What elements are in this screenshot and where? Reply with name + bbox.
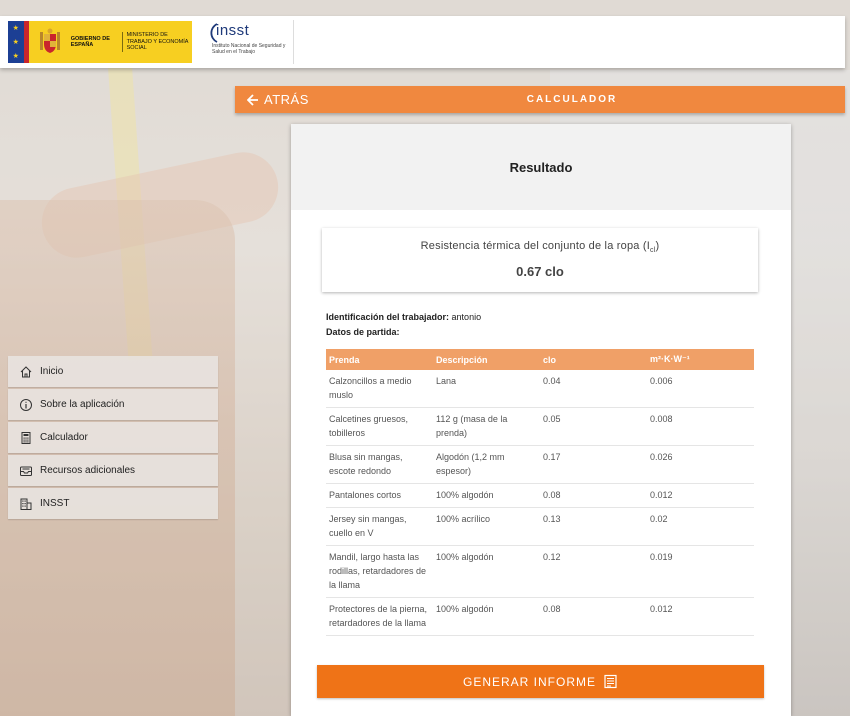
cell-clo: 0.13 — [540, 507, 647, 546]
nav-item-insst[interactable]: INSST — [8, 488, 218, 519]
cell-descripcion: 100% algodón — [433, 545, 540, 598]
side-navigation: Inicio Sobre la aplicación Calculador Re… — [8, 356, 218, 521]
cell-descripcion: Lana — [433, 370, 540, 408]
page-title: CALCULADOR — [526, 94, 618, 105]
ministerio-text: MINISTERIO DE TRABAJO Y ECONOMÍA SOCIAL — [121, 32, 192, 52]
cell-resistance: 0.006 — [647, 370, 754, 408]
column-header-descripcion: Descripción — [433, 349, 540, 370]
title-bar: ATRÁS CALCULADOR — [235, 86, 845, 113]
cell-resistance: 0.02 — [647, 507, 754, 546]
inbox-icon — [19, 464, 33, 478]
nav-item-label: Recursos adicionales — [40, 465, 136, 476]
generate-report-label: GENERAR INFORME — [462, 674, 596, 689]
cell-resistance: 0.012 — [647, 597, 754, 636]
cell-resistance: 0.012 — [647, 483, 754, 508]
document-icon — [604, 674, 617, 689]
site-header: ★ ★ ★ GOBIERNO DE ESPAÑA MINISTERIO DE TRA… — [0, 16, 845, 68]
cell-prenda: Protectores de la pierna, retardadores d… — [326, 597, 433, 636]
gobierno-logo[interactable]: ★ ★ ★ GOBIERNO DE ESPAÑA MINISTERIO DE TRA… — [8, 21, 192, 63]
data-label: Datos de partida: — [326, 327, 400, 337]
cell-clo: 0.08 — [540, 483, 647, 508]
cell-descripcion: 100% algodón — [433, 483, 540, 508]
nav-item-calculador[interactable]: Calculador — [8, 422, 218, 453]
column-header-units: m²·K·W⁻¹ — [647, 349, 754, 370]
worker-info: Identificación del trabajador: antonio D… — [326, 310, 481, 340]
cell-prenda: Mandil, largo hasta las rodillas, retard… — [326, 545, 433, 598]
clothing-table: Prenda Descripción clo m²·K·W⁻¹ Calzonci… — [326, 349, 754, 636]
table-row: Blusa sin mangas, escote redondo Algodón… — [326, 445, 754, 484]
cell-resistance: 0.008 — [647, 407, 754, 446]
cell-prenda: Jersey sin mangas, cuello en V — [326, 507, 433, 546]
result-card: Resultado Resistencia térmica del conjun… — [291, 124, 791, 716]
table-row: Pantalones cortos 100% algodón 0.08 0.01… — [326, 483, 754, 508]
eu-stars-strip: ★ ★ ★ — [8, 21, 24, 63]
result-summary: Resistencia térmica del conjunto de la r… — [322, 228, 758, 292]
cell-descripcion: 100% algodón — [433, 597, 540, 636]
nav-item-recursos[interactable]: Recursos adicionales — [8, 455, 218, 486]
coat-of-arms-icon — [35, 27, 64, 57]
nav-item-sobre[interactable]: Sobre la aplicación — [8, 389, 218, 420]
cell-clo: 0.12 — [540, 545, 647, 598]
table-row: Calzoncillos a medio muslo Lana 0.04 0.0… — [326, 370, 754, 408]
worker-value: antonio — [451, 312, 482, 322]
cell-clo: 0.08 — [540, 597, 647, 636]
back-label: ATRÁS — [264, 92, 309, 107]
column-header-prenda: Prenda — [326, 349, 433, 370]
result-value: 0.67 clo — [516, 264, 564, 280]
nav-item-label: INSST — [40, 498, 70, 509]
home-icon — [19, 365, 33, 379]
cell-resistance: 0.026 — [647, 445, 754, 484]
cell-clo: 0.05 — [540, 407, 647, 446]
insst-subtitle: Instituto Nacional de Seguridad y Salud … — [212, 43, 286, 55]
column-header-clo: clo — [540, 349, 647, 370]
building-icon — [19, 497, 33, 511]
cell-resistance: 0.019 — [647, 545, 754, 598]
table-row: Mandil, largo hasta las rodillas, retard… — [326, 545, 754, 598]
arrow-left-icon — [247, 93, 258, 106]
card-title: Resultado — [291, 124, 791, 210]
back-button[interactable]: ATRÁS — [247, 92, 309, 107]
table-row: Protectores de la pierna, retardadores d… — [326, 597, 754, 636]
result-label: Resistencia térmica del conjunto de la r… — [420, 240, 660, 255]
cell-descripcion: 112 g (masa de la prenda) — [433, 407, 540, 446]
cell-prenda: Blusa sin mangas, escote redondo — [326, 445, 433, 484]
insst-wordmark: insst — [216, 22, 250, 39]
cell-clo: 0.17 — [540, 445, 647, 484]
nav-item-label: Calculador — [40, 432, 88, 443]
cell-prenda: Calcetines gruesos, tobilleros — [326, 407, 433, 446]
table-row: Calcetines gruesos, tobilleros 112 g (ma… — [326, 407, 754, 446]
cell-descripcion: Algodón (1,2 mm espesor) — [433, 445, 540, 484]
info-icon — [19, 398, 33, 412]
generate-report-button[interactable]: GENERAR INFORME — [317, 665, 764, 698]
cell-prenda: Calzoncillos a medio muslo — [326, 370, 433, 408]
calculator-icon — [19, 431, 33, 445]
nav-item-label: Sobre la aplicación — [40, 399, 125, 410]
gobierno-text: GOBIERNO DE ESPAÑA — [70, 35, 110, 49]
cell-clo: 0.04 — [540, 370, 647, 408]
nav-item-label: Inicio — [40, 366, 64, 377]
nav-item-inicio[interactable]: Inicio — [8, 356, 218, 387]
insst-logo[interactable]: insst Instituto Nacional de Seguridad y … — [202, 20, 294, 64]
cell-prenda: Pantalones cortos — [326, 483, 433, 508]
table-row: Jersey sin mangas, cuello en V 100% acrí… — [326, 507, 754, 546]
worker-label: Identificación del trabajador: — [326, 312, 450, 322]
cell-descripcion: 100% acrílico — [433, 507, 540, 546]
